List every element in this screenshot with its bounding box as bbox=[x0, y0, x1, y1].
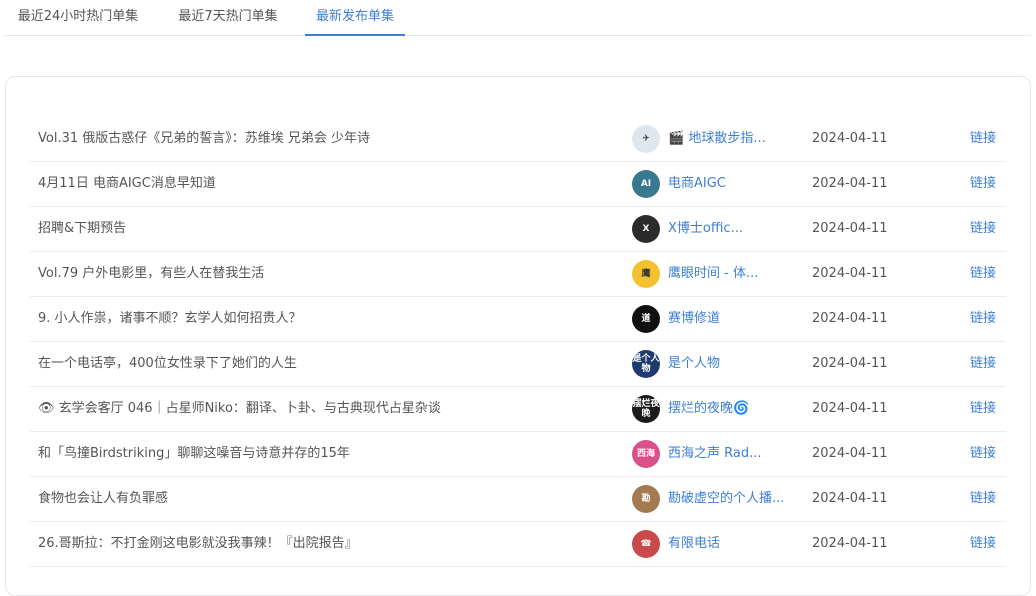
episode-date: 2024-04-11 bbox=[812, 176, 888, 191]
episode-title[interactable]: 招聘&下期预告 bbox=[38, 207, 618, 251]
episode-link[interactable]: 链接 bbox=[970, 522, 996, 566]
podcast-name-link[interactable]: X博士offic... bbox=[668, 207, 743, 251]
episode-date: 2024-04-11 bbox=[812, 356, 888, 371]
episode-title[interactable]: Vol.31 俄版古惑仔《兄弟的誓言》：苏维埃 兄弟会 少年诗 bbox=[38, 117, 618, 161]
episode-row: Vol.79 户外电影里，有些人在替我生活鹰鹰眼时间 - 体... 2024-04… bbox=[30, 252, 1006, 297]
podcast-avatar[interactable]: 是个人物 bbox=[632, 350, 660, 378]
tab-hot-24h[interactable]: 最近24小时热门单集 bbox=[13, 0, 143, 36]
podcast-name-link[interactable]: 勘破虚空的个人播... bbox=[668, 477, 784, 521]
episode-link[interactable]: 链接 bbox=[970, 162, 996, 206]
episode-title[interactable]: Vol.79 户外电影里，有些人在替我生活 bbox=[38, 252, 618, 296]
episode-link[interactable]: 链接 bbox=[970, 117, 996, 161]
episode-row: Vol.31 俄版古惑仔《兄弟的誓言》：苏维埃 兄弟会 少年诗 ✈ 🎬 地球散步指.… bbox=[30, 117, 1006, 162]
episode-list: Vol.31 俄版古惑仔《兄弟的誓言》：苏维埃 兄弟会 少年诗 ✈ 🎬 地球散步指.… bbox=[30, 117, 1006, 567]
podcast-name-link[interactable]: 西海之声 Rad... bbox=[668, 432, 762, 476]
episode-link[interactable]: 链接 bbox=[970, 252, 996, 296]
podcast-avatar[interactable]: 鹰 bbox=[632, 260, 660, 288]
podcast-name-link[interactable]: 摆烂的夜晚🌀 bbox=[668, 387, 749, 431]
podcast-avatar[interactable]: ✈ bbox=[632, 125, 660, 153]
podcast-avatar[interactable]: 摆烂夜晚 bbox=[632, 395, 660, 423]
episode-title[interactable]: 食物也会让人有负罪感 bbox=[38, 477, 618, 521]
podcast-avatar[interactable]: AI bbox=[632, 170, 660, 198]
episode-link[interactable]: 链接 bbox=[970, 432, 996, 476]
episode-date: 2024-04-11 bbox=[812, 446, 888, 461]
episode-title[interactable]: 和「鸟撞Birdstriking」聊聊这噪音与诗意并存的15年 bbox=[38, 432, 618, 476]
episode-date: 2024-04-11 bbox=[812, 131, 888, 146]
episode-date: 2024-04-11 bbox=[812, 266, 888, 281]
episode-link[interactable]: 链接 bbox=[970, 207, 996, 251]
episode-link[interactable]: 链接 bbox=[970, 342, 996, 386]
episode-row: 26.哥斯拉：不打金刚这电影就没我事辣！『出院报告』 ☎ 有限电话 2024-04-1… bbox=[30, 522, 1006, 567]
podcast-name-link[interactable]: 🎬 地球散步指... bbox=[668, 117, 766, 161]
episode-date: 2024-04-11 bbox=[812, 311, 888, 326]
podcast-avatar[interactable]: 道 bbox=[632, 305, 660, 333]
episode-title[interactable]: 👁 玄学会客厅 046｜占星师Niko：翻译、卜卦、与古典现代占星杂谈 bbox=[38, 387, 618, 431]
podcast-name-link[interactable]: 是个人物 bbox=[668, 342, 720, 386]
episode-date: 2024-04-11 bbox=[812, 536, 888, 551]
podcast-name-link[interactable]: 赛博修道 bbox=[668, 297, 720, 341]
episode-link[interactable]: 链接 bbox=[970, 297, 996, 341]
podcast-avatar[interactable]: 西海 bbox=[632, 440, 660, 468]
episode-date: 2024-04-11 bbox=[812, 221, 888, 236]
tab-latest[interactable]: 最新发布单集 bbox=[305, 0, 405, 36]
episode-row: 食物也会让人有负罪感勘勘破虚空的个人播... 2024-04-11 链接 bbox=[30, 477, 1006, 522]
episode-title[interactable]: 在一个电话亭，400位女性录下了她们的人生 bbox=[38, 342, 618, 386]
episode-title[interactable]: 26.哥斯拉：不打金刚这电影就没我事辣！『出院报告』 bbox=[38, 522, 618, 566]
podcast-avatar[interactable]: X bbox=[632, 215, 660, 243]
episode-link[interactable]: 链接 bbox=[970, 387, 996, 431]
episode-row: 招聘&下期预告 X X博士offic... 2024-04-11 链接 bbox=[30, 207, 1006, 252]
episode-date: 2024-04-11 bbox=[812, 401, 888, 416]
episode-link[interactable]: 链接 bbox=[970, 477, 996, 521]
podcast-name-link[interactable]: 鹰眼时间 - 体... bbox=[668, 252, 758, 296]
episode-row: 4月11日 电商AIGC消息早知道 AI 电商AIGC 2024-04-11 链接 bbox=[30, 162, 1006, 207]
podcast-avatar[interactable]: 勘 bbox=[632, 485, 660, 513]
episode-row: 👁 玄学会客厅 046｜占星师Niko：翻译、卜卦、与古典现代占星杂谈 摆烂夜晚摆… bbox=[30, 387, 1006, 432]
episode-title[interactable]: 9. 小人作祟，诸事不顺？玄学人如何招贵人？ bbox=[38, 297, 618, 341]
podcast-name-link[interactable]: 电商AIGC bbox=[668, 162, 726, 206]
tab-hot-7d[interactable]: 最近7天热门单集 bbox=[173, 0, 283, 36]
podcast-name-link[interactable]: 有限电话 bbox=[668, 522, 720, 566]
episode-title[interactable]: 4月11日 电商AIGC消息早知道 bbox=[38, 162, 618, 206]
episode-date: 2024-04-11 bbox=[812, 491, 888, 506]
podcast-avatar[interactable]: ☎ bbox=[632, 530, 660, 558]
episode-row: 和「鸟撞Birdstriking」聊聊这噪音与诗意并存的15年 西海 西海之声 Ra… bbox=[30, 432, 1006, 477]
episode-row: 在一个电话亭，400位女性录下了她们的人生 是个人物 是个人物 2024-04-11 链… bbox=[30, 342, 1006, 387]
tab-bar: 最近24小时热门单集 最近7天热门单集 最新发布单集 bbox=[5, 0, 1031, 36]
episode-row: 9. 小人作祟，诸事不顺？玄学人如何招贵人？ 道赛博修道 2024-04-11 链接 bbox=[30, 297, 1006, 342]
